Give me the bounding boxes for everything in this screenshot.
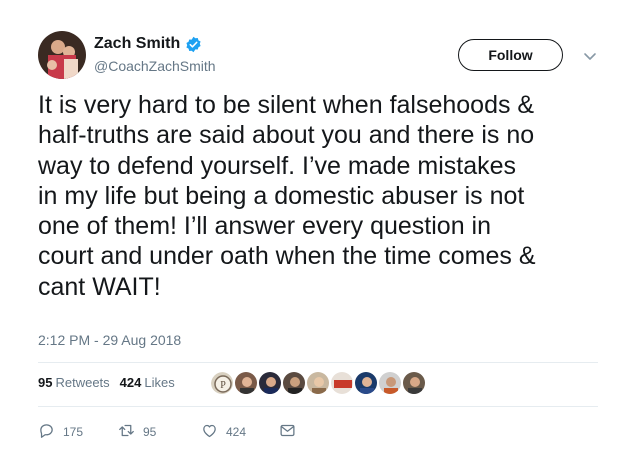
tweet-card: Zach Smith @CoachZachSmith Follow It is … [0,0,635,464]
retweet-icon [118,422,135,442]
avatar[interactable] [38,31,86,79]
liker-avatar[interactable] [354,371,378,395]
verified-badge-icon [185,36,202,53]
like-button[interactable]: 424 [201,422,279,442]
liker-avatar[interactable] [378,371,402,395]
liker-avatar[interactable] [282,371,306,395]
retweets-count: 95 [38,375,53,390]
tweet-text: It is very hard to be silent when falseh… [38,91,536,301]
liker-avatar[interactable] [402,371,426,395]
tweet-actions: 175 95 424 [38,422,296,442]
chevron-down-icon[interactable] [583,49,597,63]
svg-text:P: P [220,380,226,391]
reply-button[interactable]: 175 [38,422,118,442]
divider [38,362,598,363]
tweet-header: Zach Smith @CoachZachSmith Follow [38,31,608,81]
tweet-stats: 95 Retweets 424 Likes [38,375,175,390]
author-names: Zach Smith @CoachZachSmith [94,35,216,74]
liker-avatars: P [210,371,426,395]
liker-avatar[interactable] [258,371,282,395]
follow-button[interactable]: Follow [458,39,563,71]
reply-count: 175 [63,425,84,439]
likes-label: Likes [144,375,175,390]
retweets-label: Retweets [55,375,110,390]
like-count: 424 [226,425,247,439]
tweet-timestamp[interactable]: 2:12 PM - 29 Aug 2018 [38,332,181,348]
retweets-stat[interactable]: 95 Retweets [38,375,110,390]
reply-icon [38,422,55,442]
likes-count: 424 [119,375,142,390]
retweet-button[interactable]: 95 [118,422,201,442]
like-icon [201,422,218,442]
author-handle[interactable]: @CoachZachSmith [94,58,216,74]
liker-avatar[interactable]: P [210,371,234,395]
liker-avatar[interactable] [306,371,330,395]
display-name[interactable]: Zach Smith [94,35,180,53]
direct-message-button[interactable] [279,422,296,442]
liker-avatar[interactable] [234,371,258,395]
likes-stat[interactable]: 424 Likes [120,375,175,390]
retweet-count: 95 [143,425,157,439]
divider [38,406,598,407]
direct-message-icon [279,422,296,442]
liker-avatar[interactable] [330,371,354,395]
